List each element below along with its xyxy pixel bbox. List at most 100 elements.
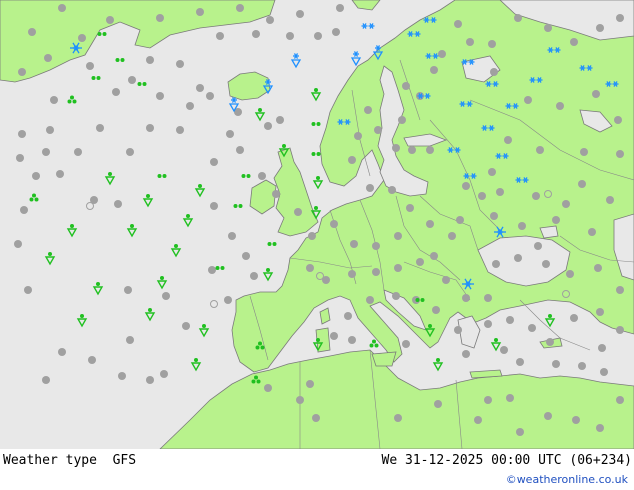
credit-link[interactable]: ©weatheronline.co.uk xyxy=(506,473,628,486)
cloud-dot-icon xyxy=(616,326,624,334)
cloud-dot-icon xyxy=(336,4,344,12)
cloud-dot-icon xyxy=(208,266,216,274)
cloud-dot-icon xyxy=(596,24,604,32)
cloud-dot-icon xyxy=(42,148,50,156)
cloud-dot-icon xyxy=(432,306,440,314)
cloud-dot-icon xyxy=(462,350,470,358)
cloud-dot-icon xyxy=(28,28,36,36)
cloud-dot-icon xyxy=(456,216,464,224)
cloud-dot-icon xyxy=(594,264,602,272)
cloud-dot-icon xyxy=(308,232,316,240)
cloud-dot-icon xyxy=(118,372,126,380)
cloud-dot-icon xyxy=(86,62,94,70)
cloud-dot-icon xyxy=(242,252,250,260)
cloud-dot-icon xyxy=(258,172,266,180)
cloud-dot-icon xyxy=(74,148,82,156)
cloud-dot-icon xyxy=(532,192,540,200)
cloud-dot-icon xyxy=(484,320,492,328)
cloud-dot-icon xyxy=(606,196,614,204)
cloud-dot-icon xyxy=(536,146,544,154)
cloud-dot-icon xyxy=(272,190,280,198)
cloud-dot-icon xyxy=(580,148,588,156)
cloud-dot-icon xyxy=(402,340,410,348)
cloud-dot-icon xyxy=(44,54,52,62)
cloud-dot-icon xyxy=(344,312,352,320)
cloud-dot-icon xyxy=(506,316,514,324)
cloud-dot-icon xyxy=(224,296,232,304)
cloud-dot-icon xyxy=(570,314,578,322)
cloud-dot-icon xyxy=(286,32,294,40)
cloud-dot-icon xyxy=(616,150,624,158)
cloud-dot-icon xyxy=(426,220,434,228)
cloud-dot-icon xyxy=(162,292,170,300)
cloud-dot-icon xyxy=(506,394,514,402)
cloud-dot-icon xyxy=(516,358,524,366)
cloud-dot-icon xyxy=(146,56,154,64)
cloud-dot-icon xyxy=(484,294,492,302)
cloud-dot-icon xyxy=(16,154,24,162)
cloud-dot-icon xyxy=(430,66,438,74)
cloud-dot-icon xyxy=(228,232,236,240)
cloud-dot-icon xyxy=(462,294,470,302)
cloud-dot-icon xyxy=(330,332,338,340)
cloud-dot-icon xyxy=(296,10,304,18)
cloud-dot-icon xyxy=(616,286,624,294)
cloud-dot-icon xyxy=(266,16,274,24)
cloud-dot-icon xyxy=(306,380,314,388)
cloud-dot-icon xyxy=(18,130,26,138)
cloud-dot-icon xyxy=(146,376,154,384)
cloud-dot-icon xyxy=(434,400,442,408)
cloud-dot-icon xyxy=(462,182,470,190)
cloud-dot-icon xyxy=(556,102,564,110)
cloud-dot-icon xyxy=(58,4,66,12)
cloud-dot-icon xyxy=(408,146,416,154)
cloud-dot-icon xyxy=(394,264,402,272)
cloud-dot-icon xyxy=(616,396,624,404)
cloud-dot-icon xyxy=(578,180,586,188)
cloud-dot-icon xyxy=(160,370,168,378)
cloud-dot-icon xyxy=(176,60,184,68)
cloud-dot-icon xyxy=(314,32,322,40)
cloud-dot-icon xyxy=(276,116,284,124)
cloud-dot-icon xyxy=(176,126,184,134)
cloud-dot-icon xyxy=(124,286,132,294)
cloud-dot-icon xyxy=(350,240,358,248)
cloud-dot-icon xyxy=(14,240,22,248)
map-canvas xyxy=(0,0,634,449)
cloud-dot-icon xyxy=(492,260,500,268)
cloud-dot-icon xyxy=(496,188,504,196)
cloud-dot-icon xyxy=(196,84,204,92)
cloud-dot-icon xyxy=(500,346,508,354)
cloud-dot-icon xyxy=(58,348,66,356)
cloud-dot-icon xyxy=(488,40,496,48)
cloud-dot-icon xyxy=(524,96,532,104)
cloud-dot-icon xyxy=(330,220,338,228)
cloud-dot-icon xyxy=(186,102,194,110)
cloud-dot-icon xyxy=(156,14,164,22)
cloud-dot-icon xyxy=(562,200,570,208)
cloud-dot-icon xyxy=(364,106,372,114)
cloud-dot-icon xyxy=(366,184,374,192)
cloud-dot-icon xyxy=(96,124,104,132)
cloud-dot-icon xyxy=(216,32,224,40)
cloud-dot-icon xyxy=(518,222,526,230)
cloud-dot-icon xyxy=(126,336,134,344)
cloud-dot-icon xyxy=(426,146,434,154)
cloud-dot-icon xyxy=(572,416,580,424)
cloud-dot-icon xyxy=(126,148,134,156)
cloud-dot-icon xyxy=(312,414,320,422)
cloud-dot-icon xyxy=(112,88,120,96)
cloud-dot-icon xyxy=(388,186,396,194)
cloud-dot-icon xyxy=(366,296,374,304)
cloud-dot-icon xyxy=(88,356,96,364)
cloud-dot-icon xyxy=(616,14,624,22)
cloud-dot-icon xyxy=(236,4,244,12)
cloud-dot-icon xyxy=(454,326,462,334)
cloud-dot-icon xyxy=(402,82,410,90)
cloud-dot-icon xyxy=(114,200,122,208)
cloud-dot-icon xyxy=(348,156,356,164)
cloud-dot-icon xyxy=(250,272,258,280)
cloud-dot-icon xyxy=(348,270,356,278)
cloud-dot-icon xyxy=(566,270,574,278)
cloud-dot-icon xyxy=(442,276,450,284)
